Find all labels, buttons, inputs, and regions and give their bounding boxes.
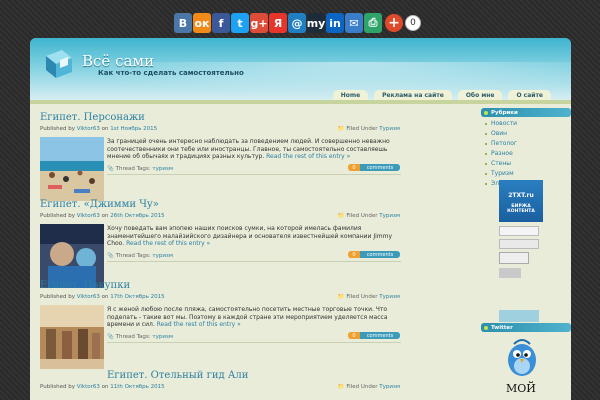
rubric-item[interactable]: Овин: [485, 129, 571, 139]
post-author[interactable]: Viktor63: [77, 294, 100, 300]
rubrics-list: НовостиОвинПетологРазноеСтеныТуризмЭлект…: [485, 119, 571, 189]
rubric-item[interactable]: Туризм: [485, 169, 571, 179]
banner-counter[interactable]: [499, 252, 529, 264]
rubric-item[interactable]: Петолог: [485, 139, 571, 149]
banner-small[interactable]: [499, 310, 539, 322]
nav-advertising[interactable]: Реклама на сайте: [374, 90, 452, 100]
sidebar-heading-twitter: Twitter: [481, 323, 571, 332]
share-facebook-icon[interactable]: f: [212, 13, 230, 33]
post-meta: Published by Viktor63 on 17th Октябрь 20…: [40, 294, 400, 300]
sidebar-heading-rubrics: Рубрики: [481, 108, 571, 117]
post-author[interactable]: Viktor63: [77, 384, 100, 390]
post-excerpt: Я с женой любою после пляжа, самостоятел…: [107, 306, 388, 328]
rubric-item[interactable]: Новости: [485, 119, 571, 129]
sidebar-twitter: Twitter: [481, 323, 571, 332]
share-bar: Вок f t g+ Я @ my in ✉ ⎙ +0: [174, 13, 421, 33]
site-header: Всё сами Как что-то сделать самостоятель…: [30, 38, 571, 102]
post-date[interactable]: 17th Октябрь 2015: [110, 294, 164, 300]
share-print-icon[interactable]: ⎙: [364, 13, 382, 33]
read-more-link[interactable]: Read the rest of this entry »: [157, 321, 241, 328]
post-title[interactable]: Египет. «Джимми Чу»: [40, 199, 159, 210]
share-vk-icon[interactable]: В: [174, 13, 192, 33]
read-more-link[interactable]: Read the rest of this entry »: [266, 153, 350, 160]
share-linkedin-icon[interactable]: in: [326, 13, 344, 33]
post-category[interactable]: Туризм: [379, 126, 400, 132]
site-logo-icon[interactable]: [42, 48, 76, 80]
post-tags: 📎 Thread Tags: туризм: [107, 334, 173, 340]
banner-counter[interactable]: [499, 268, 521, 278]
twitter-bird-icon[interactable]: [502, 334, 542, 382]
nav-home[interactable]: Home: [332, 90, 369, 100]
banner-small[interactable]: [499, 239, 539, 249]
share-google-plus-icon[interactable]: g+: [250, 13, 268, 33]
post-thumbnail[interactable]: [40, 137, 104, 201]
share-moimir-icon[interactable]: my: [307, 13, 325, 33]
post-meta: Published by Viktor63 on 26th Октябрь 20…: [40, 213, 400, 219]
post-category[interactable]: Туризм: [379, 294, 400, 300]
post-date[interactable]: 11th Октябрь 2015: [110, 384, 164, 390]
post-title[interactable]: Египет. Персонажи: [40, 112, 145, 123]
share-twitter-icon[interactable]: t: [231, 13, 249, 33]
post-excerpt: За границей очень интересно наблюдать за…: [107, 138, 390, 160]
post-date[interactable]: 1st Ноябрь 2015: [110, 126, 157, 132]
rubric-item[interactable]: Разное: [485, 149, 571, 159]
banner-2txt[interactable]: 2TXT.ru БИРЖА КОНТЕНТА: [499, 180, 543, 222]
main-nav: Home Реклама на сайте Обо мне О сайте: [327, 90, 551, 100]
post-meta: Published by Viktor63 on 11th Октябрь 20…: [40, 384, 400, 390]
post-date[interactable]: 26th Октябрь 2015: [110, 213, 164, 219]
sidebar: Рубрики Новости Овин Петолог Разное Стены Тур…: [481, 108, 571, 189]
post-excerpt: Хочу поведать вам эпопею наших поисков с…: [107, 225, 393, 247]
post-author[interactable]: Viktor63: [77, 126, 100, 132]
share-email-icon[interactable]: ✉: [345, 13, 363, 33]
post-meta: Published by Viktor63 on 1st Ноябрь 2015…: [40, 126, 400, 132]
post-tags: 📎 Thread Tags: туризм: [107, 166, 173, 172]
post-title[interactable]: Египет. Покупки: [40, 280, 130, 291]
banner-small[interactable]: [499, 226, 539, 236]
comments-badge[interactable]: 0 comments: [348, 332, 400, 339]
post-thumbnail[interactable]: [40, 305, 104, 369]
post-thumbnail[interactable]: [40, 224, 104, 288]
comments-badge[interactable]: 0 comments: [348, 251, 400, 258]
rubric-item[interactable]: Стены: [485, 159, 571, 169]
post-title[interactable]: Египет. Отельный гид Али: [107, 370, 248, 381]
share-count: 0: [405, 15, 421, 31]
share-more-button[interactable]: +: [385, 14, 403, 32]
site-subtitle: Как что-то сделать самостоятельно: [98, 69, 244, 77]
nav-about-site[interactable]: О сайте: [508, 90, 551, 100]
page-container: Всё сами Как что-то сделать самостоятель…: [30, 38, 571, 400]
post-category[interactable]: Туризм: [379, 213, 400, 219]
post-author[interactable]: Viktor63: [77, 213, 100, 219]
share-odnoklassniki-icon[interactable]: ок: [193, 13, 211, 33]
read-more-link[interactable]: Read the rest of this entry »: [126, 240, 210, 247]
share-yandex-icon[interactable]: Я: [269, 13, 287, 33]
post-category[interactable]: Туризм: [379, 384, 400, 390]
share-mail-icon[interactable]: @: [288, 13, 306, 33]
site-title[interactable]: Всё сами: [82, 52, 154, 70]
twitter-caption: МОЙ: [506, 382, 536, 395]
nav-about-me[interactable]: Обо мне: [457, 90, 503, 100]
comments-badge[interactable]: 0 comments: [348, 164, 400, 171]
post-tags: 📎 Thread Tags: туризм: [107, 253, 173, 259]
